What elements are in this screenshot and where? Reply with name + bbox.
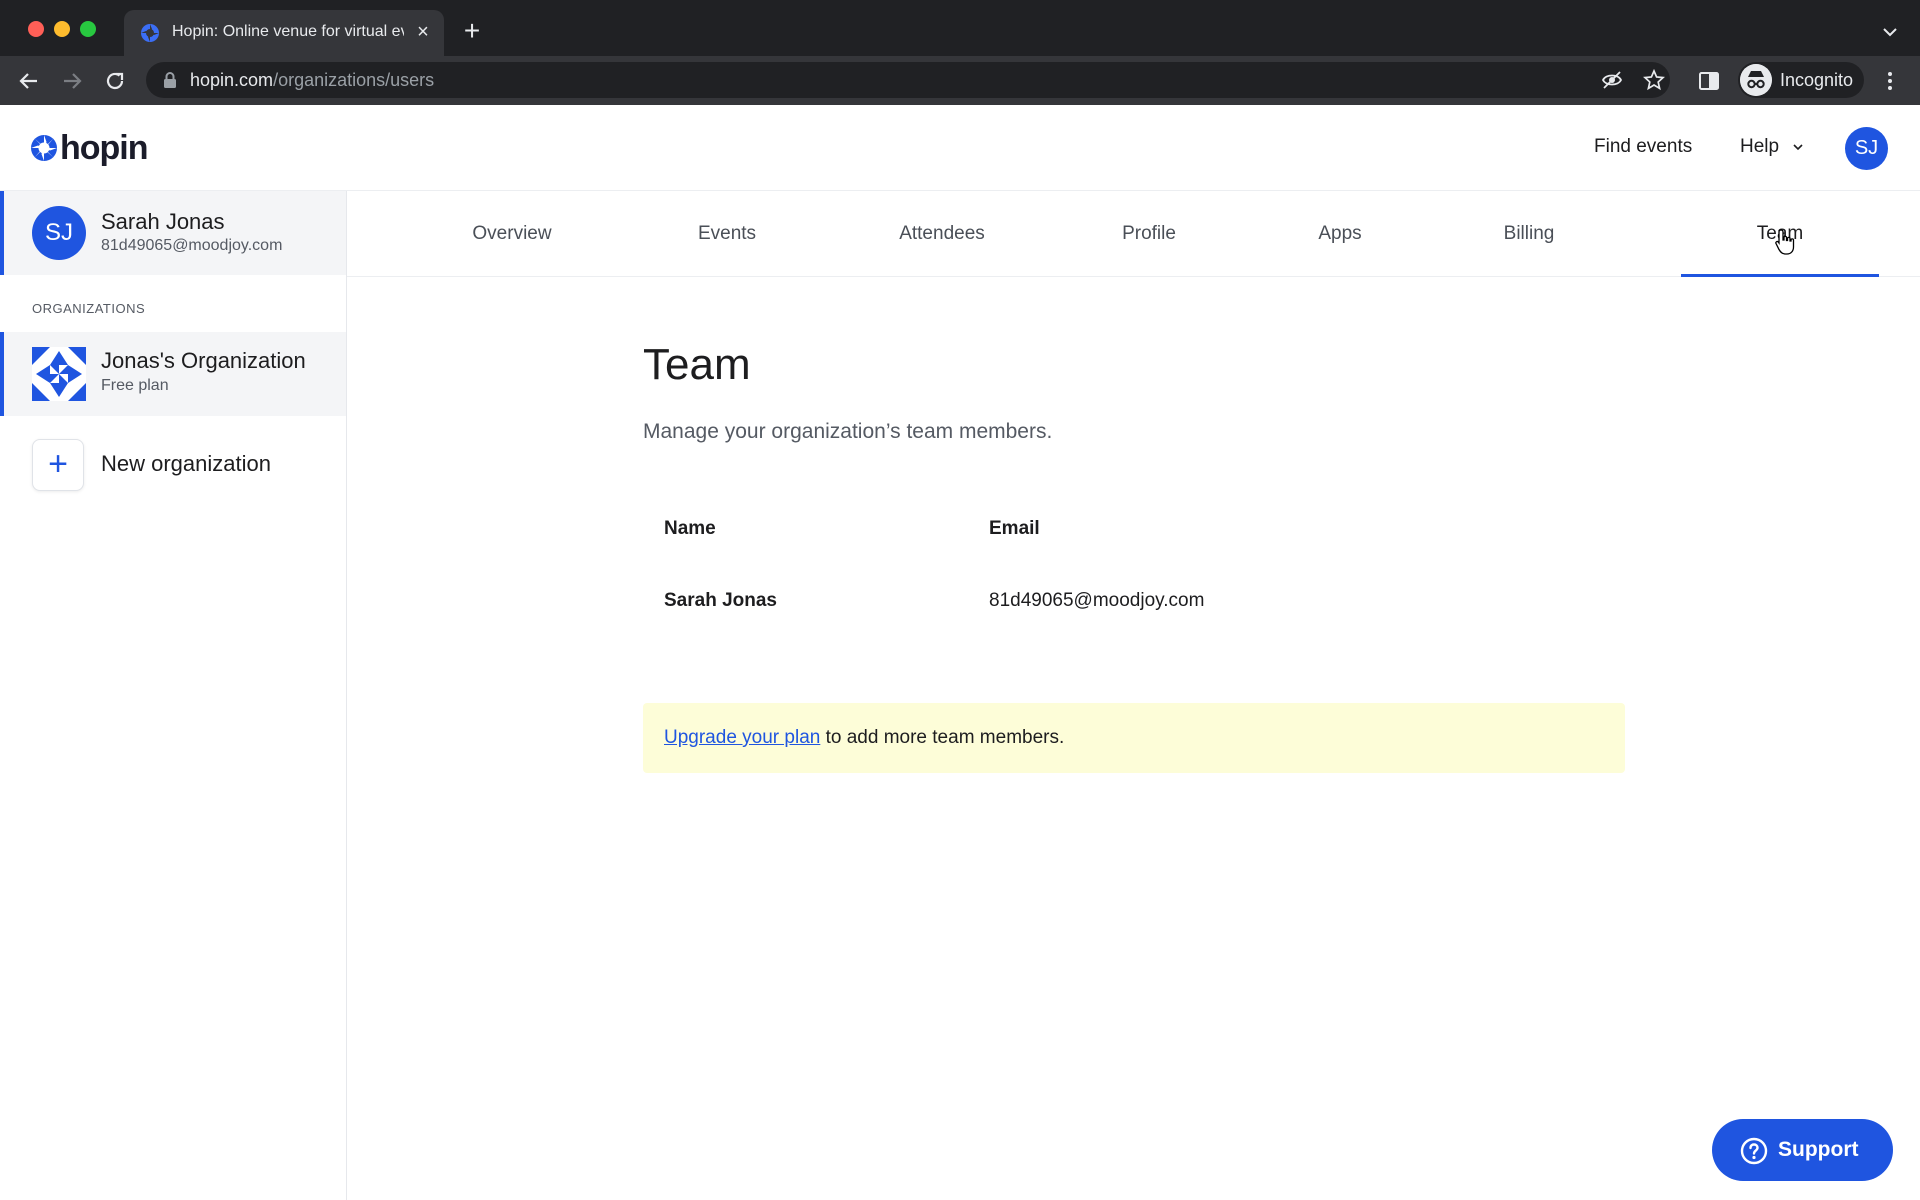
- incognito-label: Incognito: [1780, 70, 1854, 90]
- browser-menu-icon[interactable]: [1878, 69, 1902, 93]
- maximize-window-button[interactable]: [80, 21, 96, 37]
- column-header-name: Name: [664, 518, 716, 539]
- member-email-cell: 81d49065@moodjoy.com: [989, 590, 1205, 611]
- hopin-favicon-icon: [141, 24, 159, 42]
- find-events-link[interactable]: Find events: [1594, 136, 1692, 158]
- upgrade-notice-text: Upgrade your plan to add more team membe…: [664, 727, 1064, 749]
- eye-slash-icon[interactable]: [1601, 69, 1623, 91]
- new-tab-icon[interactable]: +: [458, 17, 486, 46]
- user-avatar[interactable]: SJ: [1845, 127, 1888, 170]
- upgrade-plan-link[interactable]: Upgrade your plan: [664, 727, 820, 748]
- bookmark-star-icon[interactable]: [1643, 69, 1665, 91]
- page-subtitle: Manage your organization’s team members.: [643, 420, 1053, 443]
- sidebar-user-avatar: SJ: [32, 206, 86, 260]
- tab-title: Hopin: Online venue for virtual events: [172, 23, 404, 40]
- organization-plan: Free plan: [101, 377, 169, 394]
- close-tab-icon[interactable]: ×: [412, 21, 434, 43]
- help-menu[interactable]: Help: [1740, 136, 1804, 158]
- browser-toolbar: hopin.com/organizations/users Incognito: [0, 56, 1920, 105]
- member-name-cell: Sarah Jonas: [664, 590, 777, 611]
- sidebar-item-organization[interactable]: Jonas's Organization Free plan: [0, 332, 346, 416]
- organizations-heading: ORGANIZATIONS: [32, 301, 146, 316]
- support-label: Support: [1778, 1138, 1859, 1161]
- incognito-icon: [1740, 64, 1772, 96]
- column-header-email: Email: [989, 518, 1040, 539]
- forward-arrow-icon[interactable]: [58, 67, 86, 95]
- browser-tab[interactable]: Hopin: Online venue for virtual events ×: [124, 10, 444, 56]
- url-path: /organizations/users: [273, 70, 435, 90]
- sidebar-user-email: 81d49065@moodjoy.com: [101, 237, 283, 254]
- tab-overview[interactable]: Overview: [437, 191, 587, 277]
- sidebar-user-card[interactable]: SJ Sarah Jonas 81d49065@moodjoy.com: [0, 191, 346, 275]
- upgrade-notice: Upgrade your plan to add more team membe…: [643, 703, 1625, 773]
- logo-text: hopin: [60, 128, 149, 167]
- organization-name: Jonas's Organization: [101, 348, 306, 373]
- tab-strip: Hopin: Online venue for virtual events ×…: [0, 0, 1920, 56]
- sidebar: SJ Sarah Jonas 81d49065@moodjoy.com ORGA…: [0, 191, 347, 1200]
- side-panel-icon[interactable]: [1697, 69, 1721, 93]
- organization-logo-icon: [32, 347, 86, 401]
- back-arrow-icon[interactable]: [15, 67, 43, 95]
- plus-icon-box: +: [32, 439, 84, 491]
- url-text: hopin.com/organizations/users: [190, 70, 434, 91]
- lock-icon: [164, 72, 176, 88]
- plus-icon: +: [48, 445, 68, 483]
- question-circle-icon: [1740, 1137, 1768, 1165]
- incognito-profile-button[interactable]: Incognito: [1738, 62, 1864, 98]
- hopin-logo-icon: [31, 135, 57, 161]
- upgrade-notice-suffix: to add more team members.: [820, 727, 1065, 748]
- app-header: hopin Find events Help SJ: [0, 105, 1920, 191]
- help-label: Help: [1740, 136, 1780, 157]
- sidebar-user-name: Sarah Jonas: [101, 209, 225, 234]
- new-organization-button[interactable]: + New organization: [0, 431, 346, 497]
- reload-icon[interactable]: [101, 67, 129, 95]
- tab-apps[interactable]: Apps: [1265, 191, 1415, 277]
- hopin-logo[interactable]: hopin: [30, 128, 149, 167]
- tab-search-chevron-icon[interactable]: [1878, 20, 1902, 44]
- support-button[interactable]: Support: [1712, 1119, 1893, 1181]
- close-window-button[interactable]: [28, 21, 44, 37]
- new-organization-label: New organization: [101, 451, 271, 476]
- url-domain: hopin.com: [190, 70, 274, 90]
- address-bar[interactable]: hopin.com/organizations/users: [146, 62, 1670, 98]
- organization-tabs: Overview Events Attendees Profile Apps B…: [347, 191, 1920, 277]
- tab-team[interactable]: Team: [1681, 191, 1879, 277]
- browser-chrome: Hopin: Online venue for virtual events ×…: [0, 0, 1920, 105]
- minimize-window-button[interactable]: [54, 21, 70, 37]
- chevron-down-icon: [1793, 144, 1803, 151]
- tab-attendees[interactable]: Attendees: [857, 191, 1027, 277]
- tab-events[interactable]: Events: [652, 191, 802, 277]
- page-title: Team: [643, 340, 751, 389]
- tab-billing[interactable]: Billing: [1454, 191, 1604, 277]
- tab-profile[interactable]: Profile: [1074, 191, 1224, 277]
